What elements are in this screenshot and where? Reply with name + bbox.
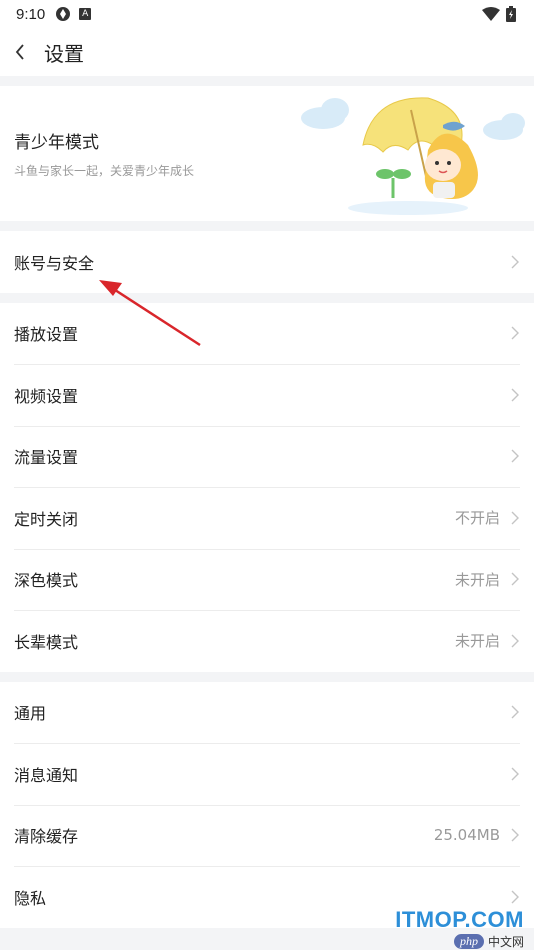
- list-item-dark-mode[interactable]: 深色模式 未开启: [0, 548, 534, 611]
- php-badge: php: [453, 934, 484, 949]
- row-label: 深色模式: [14, 571, 79, 591]
- a-notification-icon: A: [79, 8, 92, 20]
- divider: [0, 292, 534, 303]
- list-item-video-settings[interactable]: 视频设置: [0, 364, 534, 426]
- row-label: 隐私: [14, 888, 47, 908]
- row-value: 未开启: [454, 570, 500, 589]
- watermark: ITMOP.COM php 中文网: [395, 907, 524, 950]
- row-value: 未开启: [454, 632, 500, 651]
- list-item-notifications[interactable]: 消息通知: [0, 743, 534, 805]
- row-label: 清除缓存: [14, 827, 79, 847]
- sync-icon: [56, 7, 71, 21]
- row-label: 定时关闭: [14, 509, 79, 529]
- divider: [0, 671, 534, 682]
- back-button[interactable]: [14, 37, 40, 67]
- list-item-elder-mode[interactable]: 长辈模式 未开启: [0, 610, 534, 672]
- account-security-row[interactable]: 账号与安全: [0, 231, 534, 293]
- chevron-right-icon: [511, 449, 519, 463]
- row-value: 不开启: [454, 509, 500, 528]
- general-section: 通用 消息通知 清除缓存 25.04MB 隐私: [0, 681, 534, 928]
- row-label: 长辈模式: [14, 632, 79, 652]
- teen-mascot-illustration: [301, 97, 525, 215]
- status-bar: 9:10 A: [0, 0, 534, 28]
- watermark-sub: 中文网: [487, 935, 524, 949]
- list-item-clear-cache[interactable]: 清除缓存 25.04MB: [0, 804, 534, 867]
- chevron-right-icon: [511, 705, 519, 719]
- status-time: 9:10: [16, 5, 46, 23]
- list-item-sleep-timer[interactable]: 定时关闭 不开启: [0, 487, 534, 549]
- chevron-right-icon: [511, 890, 519, 904]
- chevron-right-icon: [511, 634, 519, 648]
- battery-icon: [506, 6, 516, 22]
- list-item-data-settings[interactable]: 流量设置: [0, 425, 534, 488]
- chevron-right-icon: [511, 326, 519, 340]
- chevron-right-icon: [511, 511, 519, 525]
- teen-mode-title: 青少年模式: [14, 133, 99, 153]
- chevron-left-icon: [15, 44, 24, 60]
- chevron-right-icon: [511, 572, 519, 586]
- chevron-right-icon: [511, 828, 519, 842]
- teen-mode-subtitle: 斗鱼与家长一起，关爱青少年成长: [14, 164, 195, 178]
- app-header: 设置: [0, 28, 534, 76]
- teen-mode-card[interactable]: 青少年模式 斗鱼与家长一起，关爱青少年成长: [0, 86, 534, 221]
- wifi-icon: [482, 7, 500, 21]
- divider: [0, 221, 534, 231]
- chevron-right-icon: [511, 255, 519, 269]
- chevron-right-icon: [511, 767, 519, 781]
- row-label: 账号与安全: [14, 253, 95, 273]
- cache-size-value: 25.04MB: [433, 826, 500, 845]
- row-label: 消息通知: [14, 765, 79, 785]
- page-title: 设置: [44, 41, 84, 66]
- list-item-playback-settings[interactable]: 播放设置: [0, 303, 534, 365]
- playback-section: 播放设置 视频设置 流量设置 定时关闭 不开启 深色模式 未开启 长辈模式 未开…: [0, 302, 534, 672]
- row-label: 视频设置: [14, 386, 79, 406]
- watermark-main: ITMOP.COM: [395, 907, 524, 932]
- account-section: 账号与安全: [0, 231, 534, 293]
- chevron-right-icon: [511, 388, 519, 402]
- list-item-general[interactable]: 通用: [0, 682, 534, 744]
- row-label: 通用: [14, 704, 47, 724]
- row-label: 播放设置: [14, 325, 79, 345]
- divider: [0, 76, 534, 86]
- row-label: 流量设置: [14, 448, 79, 468]
